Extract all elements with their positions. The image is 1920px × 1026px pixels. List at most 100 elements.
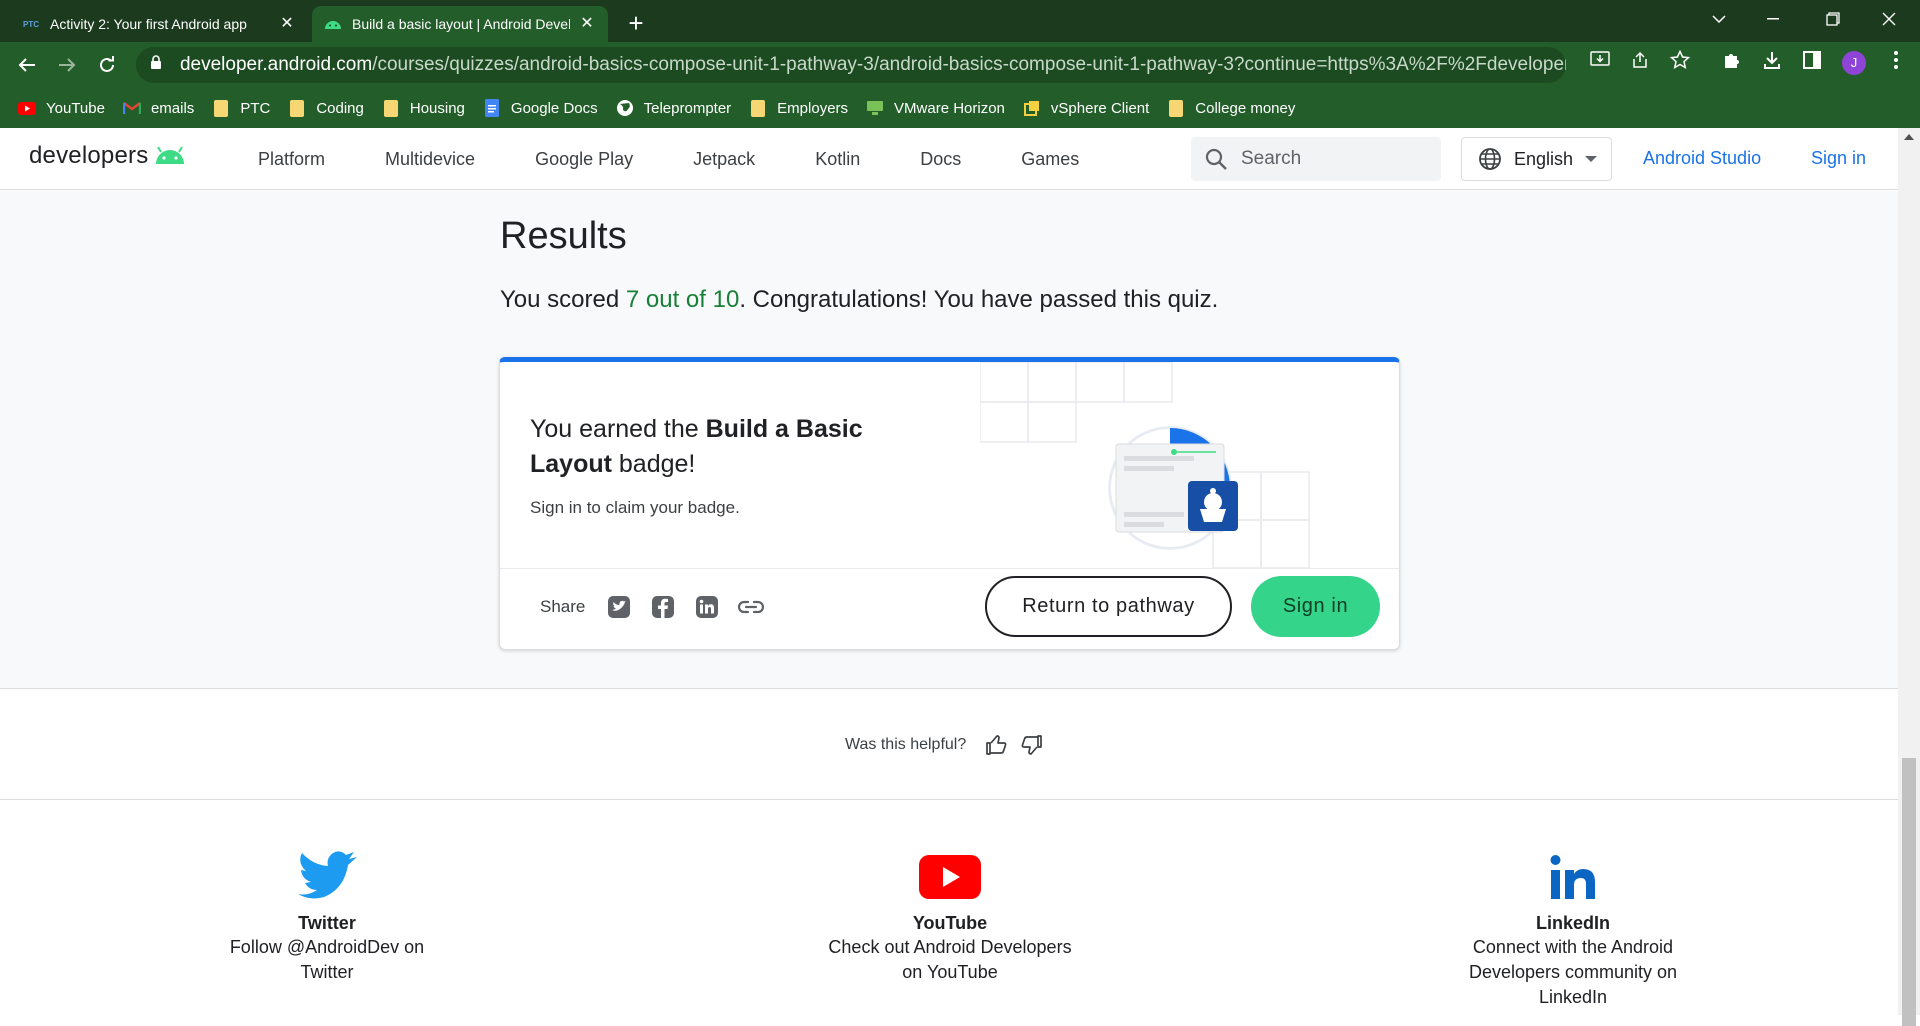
nav-platform[interactable]: Platform — [258, 149, 325, 170]
bookmark-star-icon[interactable] — [1668, 48, 1692, 72]
social-desc: Check out Android Developers on YouTube — [828, 937, 1072, 982]
youtube-icon — [18, 99, 36, 117]
browser-toolbar: developer.android.com/courses/quizzes/an… — [0, 42, 1920, 88]
folder-icon — [212, 99, 230, 117]
restore-icon[interactable] — [1810, 0, 1856, 38]
social-title: LinkedIn — [1535, 913, 1610, 933]
page-scrollbar[interactable] — [1898, 128, 1920, 1026]
bookmarks-bar: YouTube emails PTC Coding Housing Google… — [0, 88, 1920, 128]
share-page-icon[interactable] — [1628, 48, 1652, 72]
nav-google-play[interactable]: Google Play — [535, 149, 633, 170]
badge-card: You earned the Build a Basic Layout badg… — [499, 357, 1400, 650]
minimize-icon[interactable] — [1750, 0, 1796, 38]
extensions-icon[interactable] — [1720, 48, 1744, 72]
youtube-icon — [810, 849, 1090, 905]
browser-chrome: PTC Activity 2: Your first Android app ✕… — [0, 0, 1920, 128]
reload-icon[interactable] — [90, 48, 124, 82]
forward-icon[interactable] — [50, 48, 84, 82]
bookmark-employers[interactable]: Employers — [749, 99, 848, 117]
url-text: developer.android.com/courses/quizzes/an… — [179, 54, 1566, 75]
social-title: YouTube — [912, 913, 988, 933]
folder-icon — [1167, 99, 1185, 117]
score-value: 7 out of 10 — [625, 286, 740, 313]
quiz-results-section: Results You scored 7 out of 10. Congratu… — [0, 191, 1898, 688]
return-to-pathway-button[interactable]: Return to pathway — [985, 576, 1232, 637]
feedback-row: Was this helpful? — [845, 733, 1056, 757]
social-desc: Follow @AndroidDev on Twitter — [229, 937, 425, 982]
badge-earned-text: You earned the Build a Basic Layout badg… — [530, 415, 863, 478]
tab-close-icon[interactable]: ✕ — [278, 15, 296, 33]
badge-claim-text: Sign in to claim your badge. — [530, 498, 740, 517]
site-search-input[interactable]: Search — [1191, 137, 1441, 181]
nav-kotlin[interactable]: Kotlin — [815, 149, 860, 170]
sign-in-button[interactable]: Sign in — [1251, 576, 1380, 637]
language-select[interactable]: English — [1461, 137, 1612, 181]
vmware-icon — [866, 99, 884, 117]
bookmark-google-docs[interactable]: Google Docs — [483, 99, 598, 117]
social-youtube[interactable]: YouTube Check out Android Developers on Y… — [810, 849, 1090, 985]
back-icon[interactable] — [10, 48, 44, 82]
tab-search-icon[interactable] — [1696, 0, 1742, 38]
linkedin-icon — [1433, 849, 1713, 905]
tab-activity[interactable]: PTC Activity 2: Your first Android app ✕ — [10, 6, 308, 42]
chevron-down-icon — [1585, 156, 1598, 162]
facebook-share-icon[interactable] — [649, 593, 677, 621]
bookmark-college-money[interactable]: College money — [1167, 99, 1295, 117]
downloads-icon[interactable] — [1760, 48, 1784, 72]
bookmark-vsphere-client[interactable]: vSphere Client — [1023, 99, 1149, 117]
card-divider — [500, 568, 1399, 569]
tab-close-icon[interactable]: ✕ — [578, 15, 596, 33]
bookmark-housing[interactable]: Housing — [382, 99, 465, 117]
feedback-question: Was this helpful? — [845, 736, 967, 753]
folder-icon — [382, 99, 400, 117]
android-studio-link[interactable]: Android Studio — [1643, 148, 1761, 169]
thumbs-down-icon[interactable] — [1020, 733, 1044, 757]
scrollbar-thumb[interactable] — [1902, 758, 1916, 1026]
score-line: You scored 7 out of 10. Congratulations!… — [500, 286, 1219, 313]
bookmark-emails[interactable]: emails — [122, 99, 194, 117]
results-title: Results — [500, 215, 627, 257]
globe-icon — [1479, 148, 1501, 170]
share-row: Share — [540, 592, 781, 622]
header-sign-in-link[interactable]: Sign in — [1811, 148, 1866, 169]
nav-docs[interactable]: Docs — [920, 149, 961, 170]
nav-multidevice[interactable]: Multidevice — [385, 149, 475, 170]
address-bar[interactable]: developer.android.com/courses/quizzes/an… — [136, 47, 1566, 83]
nav-jetpack[interactable]: Jetpack — [693, 149, 755, 170]
bookmark-ptc[interactable]: PTC — [212, 99, 270, 117]
top-nav: Platform Multidevice Google Play Jetpack… — [258, 128, 1139, 190]
social-title: Twitter — [298, 913, 356, 933]
copy-link-icon[interactable] — [737, 593, 765, 621]
android-icon — [324, 15, 342, 33]
developers-logo[interactable]: developers — [29, 142, 186, 170]
gmail-icon — [122, 99, 141, 117]
tab-build-basic-layout[interactable]: Build a basic layout | Android Developer… — [312, 6, 608, 42]
scroll-up-icon[interactable] — [1904, 134, 1914, 140]
tab-title: Build a basic layout | Android Developer… — [352, 16, 570, 32]
side-panel-icon[interactable] — [1800, 48, 1824, 72]
ptc-icon: PTC — [23, 19, 39, 29]
thumbs-up-icon[interactable] — [984, 733, 1008, 757]
social-twitter[interactable]: Twitter Follow @AndroidDev on Twitter — [187, 849, 467, 985]
new-tab-button[interactable]: + — [620, 8, 652, 40]
bookmark-teleprompter[interactable]: Teleprompter — [616, 99, 731, 117]
site-header: developers Platform Multidevice Google P… — [0, 128, 1898, 190]
search-icon — [1205, 148, 1227, 170]
bookmark-coding[interactable]: Coding — [288, 99, 364, 117]
folder-icon — [288, 99, 306, 117]
badge-illustration — [980, 362, 1310, 568]
tab-title: Activity 2: Your first Android app — [50, 16, 247, 32]
bookmark-youtube[interactable]: YouTube — [18, 99, 105, 117]
close-window-icon[interactable] — [1866, 0, 1912, 38]
social-linkedin[interactable]: LinkedIn Connect with the Android Develop… — [1433, 849, 1713, 1010]
linkedin-share-icon[interactable] — [693, 593, 721, 621]
twitter-share-icon[interactable] — [605, 593, 633, 621]
twitter-icon — [187, 849, 467, 905]
profile-avatar[interactable]: J — [1842, 51, 1866, 75]
docs-icon — [483, 99, 501, 117]
search-placeholder: Search — [1241, 148, 1302, 169]
install-app-icon[interactable] — [1588, 48, 1612, 72]
menu-icon[interactable] — [1884, 48, 1908, 72]
nav-games[interactable]: Games — [1021, 149, 1079, 170]
bookmark-vmware-horizon[interactable]: VMware Horizon — [866, 99, 1005, 117]
